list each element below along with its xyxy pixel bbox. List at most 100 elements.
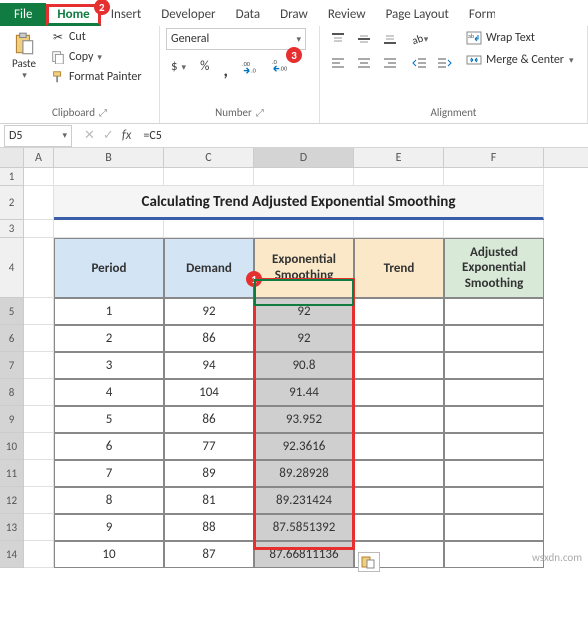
cell-period[interactable]: 6	[54, 433, 164, 460]
cell[interactable]	[254, 220, 354, 238]
row-header[interactable]: 2	[0, 186, 24, 220]
col-header-C[interactable]: C	[164, 148, 254, 167]
cell-trend[interactable]	[354, 406, 444, 433]
cell[interactable]	[24, 325, 54, 352]
cell-period[interactable]: 2	[54, 325, 164, 352]
comma-button[interactable]: ,	[218, 56, 233, 84]
cell-demand[interactable]: 86	[164, 325, 254, 352]
cell-exp[interactable]: 92	[254, 298, 354, 325]
cell[interactable]	[24, 238, 54, 298]
dialog-launcher-icon[interactable]: ⤢	[256, 106, 264, 119]
cell[interactable]	[54, 168, 164, 186]
select-all-corner[interactable]	[0, 148, 24, 167]
currency-button[interactable]: $ ▾	[166, 56, 191, 84]
cell-period[interactable]: 7	[54, 460, 164, 487]
formula-input[interactable]: =C5	[137, 129, 588, 143]
row-header[interactable]: 5	[0, 298, 24, 325]
cell-demand[interactable]: 87	[164, 541, 254, 568]
cell-demand[interactable]: 86	[164, 406, 254, 433]
row-header[interactable]: 7	[0, 352, 24, 379]
cell[interactable]	[354, 168, 444, 186]
cell-trend[interactable]	[354, 433, 444, 460]
cell-exp[interactable]: 89.231424	[254, 487, 354, 514]
cell-demand[interactable]: 104	[164, 379, 254, 406]
cell-demand[interactable]: 94	[164, 352, 254, 379]
align-left-button[interactable]	[326, 52, 350, 74]
cell-adj[interactable]	[444, 460, 544, 487]
col-header-B[interactable]: B	[54, 148, 164, 167]
cell[interactable]	[254, 168, 354, 186]
row-header[interactable]: 13	[0, 514, 24, 541]
decrease-decimal-button[interactable]: .0.00 3	[269, 56, 293, 84]
cell-period[interactable]: 1	[54, 298, 164, 325]
cell[interactable]	[354, 220, 444, 238]
decrease-indent-button[interactable]	[408, 52, 432, 74]
cell-trend[interactable]	[354, 460, 444, 487]
cell-adj[interactable]	[444, 352, 544, 379]
merge-center-button[interactable]: Merge & Center ▾	[466, 50, 574, 70]
cell-trend[interactable]	[354, 352, 444, 379]
header-exp[interactable]: Exponential Smoothing	[254, 238, 354, 298]
cell-exp[interactable]: 92	[254, 325, 354, 352]
cell[interactable]	[164, 168, 254, 186]
header-adj[interactable]: Adjusted Exponential Smoothing	[444, 238, 544, 298]
cell-demand[interactable]: 88	[164, 514, 254, 541]
tab-draw[interactable]: Draw	[270, 3, 318, 26]
cell[interactable]	[24, 433, 54, 460]
cell-demand[interactable]: 81	[164, 487, 254, 514]
increase-indent-button[interactable]	[432, 52, 456, 74]
enter-icon[interactable]: ✓	[103, 128, 114, 143]
wrap-text-button[interactable]: ab Wrap Text	[466, 28, 574, 48]
cell-exp[interactable]: 91.44	[254, 379, 354, 406]
cell-adj[interactable]	[444, 325, 544, 352]
orientation-button[interactable]: ab▾	[408, 28, 432, 50]
tab-data[interactable]: Data	[226, 3, 271, 26]
row-header[interactable]: 11	[0, 460, 24, 487]
cell-adj[interactable]	[444, 541, 544, 568]
title-cell[interactable]: Calculating Trend Adjusted Exponential S…	[54, 186, 544, 220]
cell-period[interactable]: 8	[54, 487, 164, 514]
row-header[interactable]: 10	[0, 433, 24, 460]
cell-adj[interactable]	[444, 379, 544, 406]
cell-period[interactable]: 10	[54, 541, 164, 568]
cell[interactable]	[164, 220, 254, 238]
cell-demand[interactable]: 92	[164, 298, 254, 325]
row-header[interactable]: 8	[0, 379, 24, 406]
cell[interactable]	[24, 168, 54, 186]
cell[interactable]	[24, 514, 54, 541]
cell-exp[interactable]: 93.952	[254, 406, 354, 433]
cell-exp[interactable]: 87.5851392	[254, 514, 354, 541]
cell-exp[interactable]: 92.3616	[254, 433, 354, 460]
cell-adj[interactable]	[444, 433, 544, 460]
cell-trend[interactable]	[354, 514, 444, 541]
cell[interactable]	[54, 220, 164, 238]
cell-exp[interactable]: 89.28928	[254, 460, 354, 487]
align-top-button[interactable]	[326, 28, 350, 50]
cell[interactable]	[24, 379, 54, 406]
increase-decimal-button[interactable]: .00.0	[237, 56, 265, 84]
cell-trend[interactable]	[354, 379, 444, 406]
cell-exp[interactable]: 87.66811136	[254, 541, 354, 568]
cell-period[interactable]: 5	[54, 406, 164, 433]
tab-page-layout[interactable]: Page Layout	[376, 3, 459, 26]
cell-demand[interactable]: 89	[164, 460, 254, 487]
paste-options-button[interactable]	[358, 552, 380, 572]
cell-exp[interactable]: 90.8	[254, 352, 354, 379]
cell-adj[interactable]	[444, 298, 544, 325]
name-box[interactable]: D5 ▾	[4, 125, 72, 147]
header-demand[interactable]: Demand	[164, 238, 254, 298]
align-center-button[interactable]	[352, 52, 376, 74]
cell[interactable]	[24, 186, 54, 220]
header-trend[interactable]: Trend	[354, 238, 444, 298]
cell-period[interactable]: 9	[54, 514, 164, 541]
copy-button[interactable]: Copy ▾	[48, 48, 144, 66]
cell[interactable]	[24, 406, 54, 433]
cell-period[interactable]: 3	[54, 352, 164, 379]
tab-developer[interactable]: Developer	[151, 3, 225, 26]
number-format-select[interactable]: General ▾	[166, 28, 306, 50]
align-right-button[interactable]	[378, 52, 402, 74]
cut-button[interactable]: ✂ Cut	[48, 28, 144, 46]
paste-button[interactable]: Paste ▾	[6, 28, 42, 83]
cell[interactable]	[24, 541, 54, 568]
cell-adj[interactable]	[444, 487, 544, 514]
